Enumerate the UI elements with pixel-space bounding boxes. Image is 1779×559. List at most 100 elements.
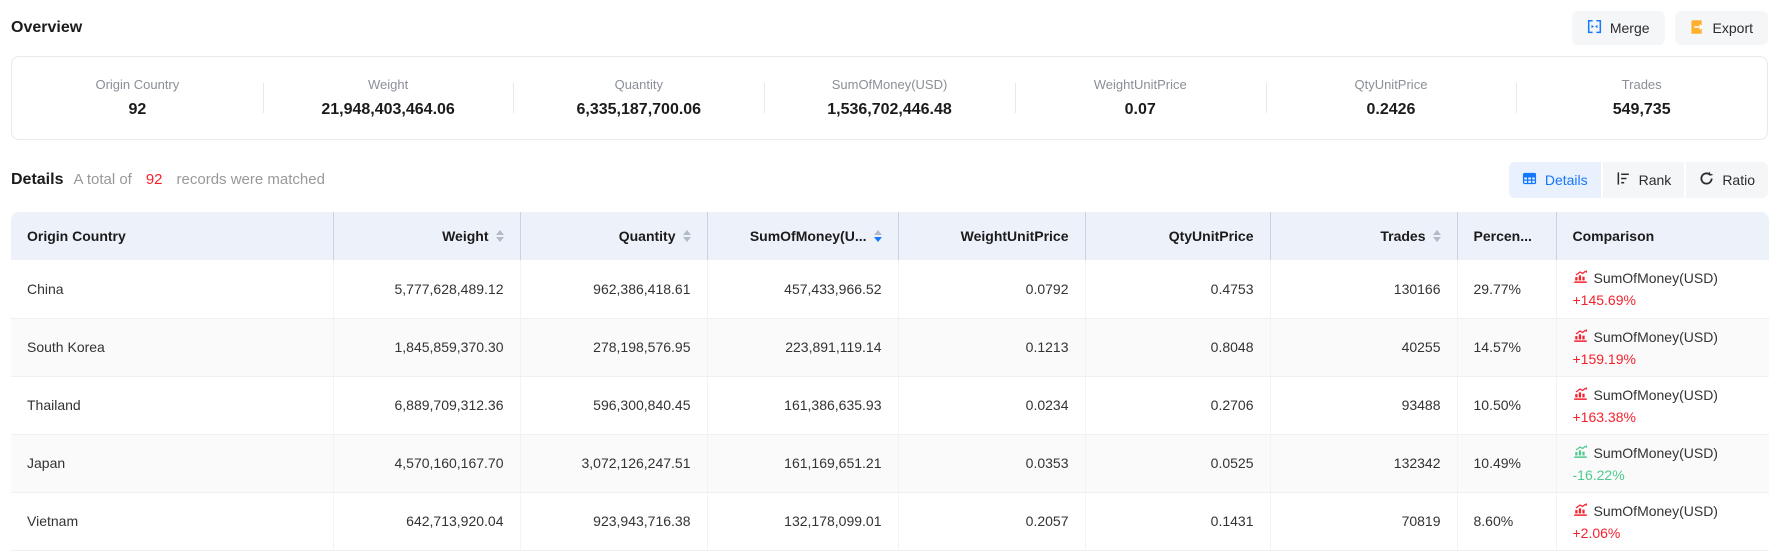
column-header-weightunitprice: WeightUnitPrice [898,212,1085,260]
bar-chart-up-icon [1573,328,1588,346]
cell-comparison: SumOfMoney(USD) +159.19% [1556,318,1769,376]
circular-arrow-icon [1699,171,1714,189]
merge-button[interactable]: Merge [1572,11,1665,45]
cell-comparison: SumOfMoney(USD) +2.06% [1556,492,1769,550]
comparison-metric-label: SumOfMoney(USD) [1594,503,1718,519]
comparison-change-value: -16.22% [1573,467,1754,483]
records-prefix: A total of [73,171,131,188]
table-row: South Korea1,845,859,370.30278,198,576.9… [11,318,1769,376]
column-header-weight[interactable]: Weight [333,212,520,260]
cell-quantity: 3,072,126,247.51 [520,434,707,492]
column-header-sumofmoney-u[interactable]: SumOfMoney(U... [707,212,898,260]
top-actions: Merge Export [1572,11,1768,45]
cell-value: 6,889,709,312.36 [395,397,504,413]
table-body: China5,777,628,489.12962,386,418.61457,4… [11,260,1769,550]
comparison-change-value: +163.38% [1573,409,1754,425]
comparison-change-value: +145.69% [1573,292,1754,308]
comparison-change-value: +2.06% [1573,525,1754,541]
cell-sum-of-money: 161,169,651.21 [707,434,898,492]
cell-value: 278,198,576.95 [593,339,690,355]
stat-trades: Trades549,735 [1516,77,1767,119]
top-bar: Overview Merge Export [11,10,1768,46]
column-header-label: Weight [442,228,488,244]
stat-label: QtyUnitPrice [1266,77,1517,92]
cell-weight: 6,889,709,312.36 [333,376,520,434]
sort-carets-icon[interactable] [683,230,691,242]
table-row: China5,777,628,489.12962,386,418.61457,4… [11,260,1769,318]
cell-qty-unit-price: 0.2706 [1085,376,1270,434]
column-header-label: Origin Country [27,228,126,244]
stat-value: 92 [12,101,263,119]
cell-origin-country: Vietnam [11,492,333,550]
cell-weight-unit-price: 0.0353 [898,434,1085,492]
comparison-metric-line: SumOfMoney(USD) [1573,328,1754,346]
cell-value: 0.0792 [1026,281,1069,297]
tab-details[interactable]: Details [1509,162,1601,198]
cell-trades: 70819 [1270,492,1457,550]
stat-value: 0.07 [1015,101,1266,119]
export-button[interactable]: Export [1675,11,1768,45]
stat-label: Trades [1516,77,1767,92]
cell-weight-unit-price: 0.1213 [898,318,1085,376]
record-count: 92 [142,171,167,188]
cell-value: 0.4753 [1211,281,1254,297]
bar-chart-up-icon [1573,386,1588,404]
stat-label: Quantity [513,77,764,92]
stat-weightunitprice: WeightUnitPrice0.07 [1015,77,1266,119]
stat-value: 21,948,403,464.06 [263,101,514,119]
cell-value: 10.50% [1474,397,1521,413]
cell-weight: 4,570,160,167.70 [333,434,520,492]
table-row: Thailand6,889,709,312.36596,300,840.4516… [11,376,1769,434]
cell-percentage: 10.49% [1457,434,1556,492]
details-title: Details [11,171,63,189]
column-header-percen: Percen... [1457,212,1556,260]
merge-cells-icon [1587,19,1602,37]
stat-value: 1,536,702,446.48 [764,101,1015,119]
cell-value: China [27,281,64,297]
cell-weight-unit-price: 0.0234 [898,376,1085,434]
cell-origin-country: China [11,260,333,318]
table-row: Japan 4,570,160,167.70 3,072,126,247.51 161… [11,434,1769,492]
cell-value: 3,072,126,247.51 [582,455,691,471]
column-header-trades[interactable]: Trades [1270,212,1457,260]
comparison-change-value: +159.19% [1573,351,1754,367]
cell-value: 0.2057 [1026,513,1069,529]
view-switcher: Details Rank Ratio [1509,162,1768,198]
cell-quantity: 278,198,576.95 [520,318,707,376]
sort-carets-icon[interactable] [1433,230,1441,242]
column-header-quantity[interactable]: Quantity [520,212,707,260]
sort-carets-icon[interactable] [874,230,882,242]
cell-value: 93488 [1402,397,1441,413]
cell-value: 0.8048 [1211,339,1254,355]
cell-value: 0.1431 [1211,513,1254,529]
cell-value: 1,845,859,370.30 [395,339,504,355]
comparison-metric-line: SumOfMoney(USD) [1573,386,1754,404]
cell-value: 0.1213 [1026,339,1069,355]
table-grid-icon [1522,171,1537,189]
column-header-label: Comparison [1573,228,1655,244]
overview-stats: Origin Country92Weight21,948,403,464.06Q… [11,56,1768,140]
sort-carets-icon[interactable] [496,230,504,242]
tab-details-label: Details [1545,172,1588,188]
stat-quantity: Quantity6,335,187,700.06 [513,77,764,119]
tab-rank[interactable]: Rank [1603,162,1685,198]
rank-bars-icon [1616,171,1631,189]
cell-value: 29.77% [1474,281,1521,297]
stat-label: SumOfMoney(USD) [764,77,1015,92]
cell-weight: 642,713,920.04 [333,492,520,550]
cell-quantity: 962,386,418.61 [520,260,707,318]
stat-weight: Weight21,948,403,464.06 [263,77,514,119]
column-header-label: Trades [1380,228,1425,244]
cell-quantity: 923,943,716.38 [520,492,707,550]
column-header-label: WeightUnitPrice [961,228,1069,244]
cell-value: 642,713,920.04 [406,513,503,529]
cell-value: 10.49% [1474,455,1521,471]
tab-ratio[interactable]: Ratio [1686,162,1768,198]
cell-value: Japan [27,455,65,471]
column-header-origin-country: Origin Country [11,212,333,260]
details-summary: Details A total of 92 records were match… [11,171,325,189]
cell-value: 70819 [1402,513,1441,529]
cell-weight-unit-price: 0.0792 [898,260,1085,318]
column-header-label: SumOfMoney(U... [750,228,867,244]
cell-qty-unit-price: 0.4753 [1085,260,1270,318]
